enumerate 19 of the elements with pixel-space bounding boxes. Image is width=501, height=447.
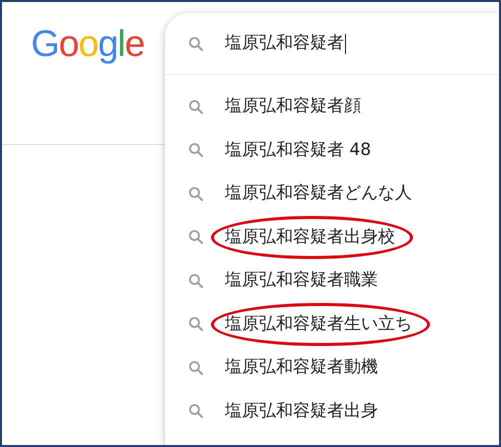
search-icon: [187, 141, 205, 160]
suggestion-item[interactable]: 塩原弘和容疑者 48: [165, 128, 499, 172]
search-field[interactable]: 塩原弘和容疑者: [165, 13, 499, 75]
search-icon: [187, 272, 205, 290]
suggestion-item[interactable]: 塩原弘和容疑者顔: [165, 85, 499, 128]
search-icon: [187, 358, 205, 377]
search-icon: [187, 184, 205, 203]
search-icon: [187, 228, 205, 246]
suggestion-item[interactable]: 塩原弘和容疑者生い立ち: [165, 302, 499, 346]
suggestion-item[interactable]: 塩原弘和容疑者職業: [165, 259, 499, 302]
search-icon: [187, 402, 205, 420]
google-logo[interactable]: Google: [31, 22, 144, 66]
search-icon: [187, 315, 205, 334]
search-icon: [187, 98, 205, 116]
suggestion-item[interactable]: 塩原弘和容疑者動機: [165, 346, 499, 390]
suggestion-item[interactable]: 塩原弘和容疑者出身: [165, 390, 499, 433]
search-icon: [187, 34, 205, 52]
suggestion-item[interactable]: 塩原弘和容疑者出身校: [165, 216, 499, 259]
suggestion-item[interactable]: 塩原弘和容疑者どんな人: [165, 172, 499, 216]
